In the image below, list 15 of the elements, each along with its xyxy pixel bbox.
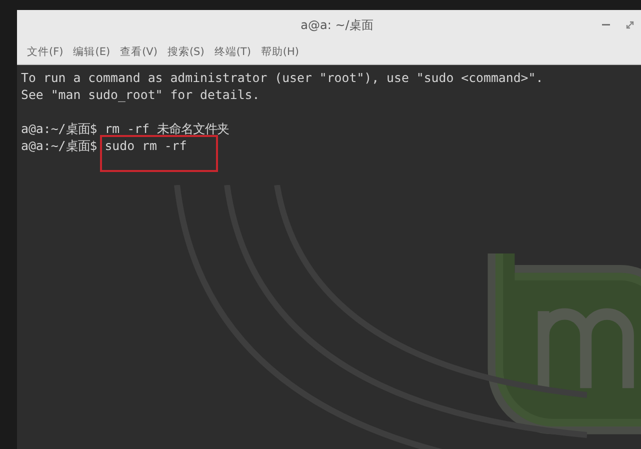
menu-item[interactable]: 文件(F) — [23, 43, 68, 61]
window-title: a@a: ~/桌面 — [300, 16, 374, 34]
menu-item[interactable]: 编辑(E) — [69, 43, 114, 61]
command-text: rm -rf 未命名文件夹 — [104, 120, 229, 137]
terminal-output: To run a command as administrator (user "root"), use "sudo <command>". — [21, 69, 544, 86]
menu-item[interactable]: 搜索(S) — [163, 43, 208, 61]
command-text: sudo rm -rf — [104, 137, 187, 154]
terminal-output: See "man sudo_root" for details. — [21, 86, 261, 103]
menu-item[interactable]: 终端(T) — [210, 43, 255, 61]
menu-item[interactable]: 帮助(H) — [256, 43, 304, 61]
minimize-icon — [602, 24, 610, 26]
maximize-icon — [626, 21, 634, 29]
menu-item[interactable]: 查看(V) — [116, 43, 162, 61]
shell-prompt: a@a:~/桌面$ — [21, 137, 98, 154]
shell-prompt: a@a:~/桌面$ — [21, 120, 98, 137]
